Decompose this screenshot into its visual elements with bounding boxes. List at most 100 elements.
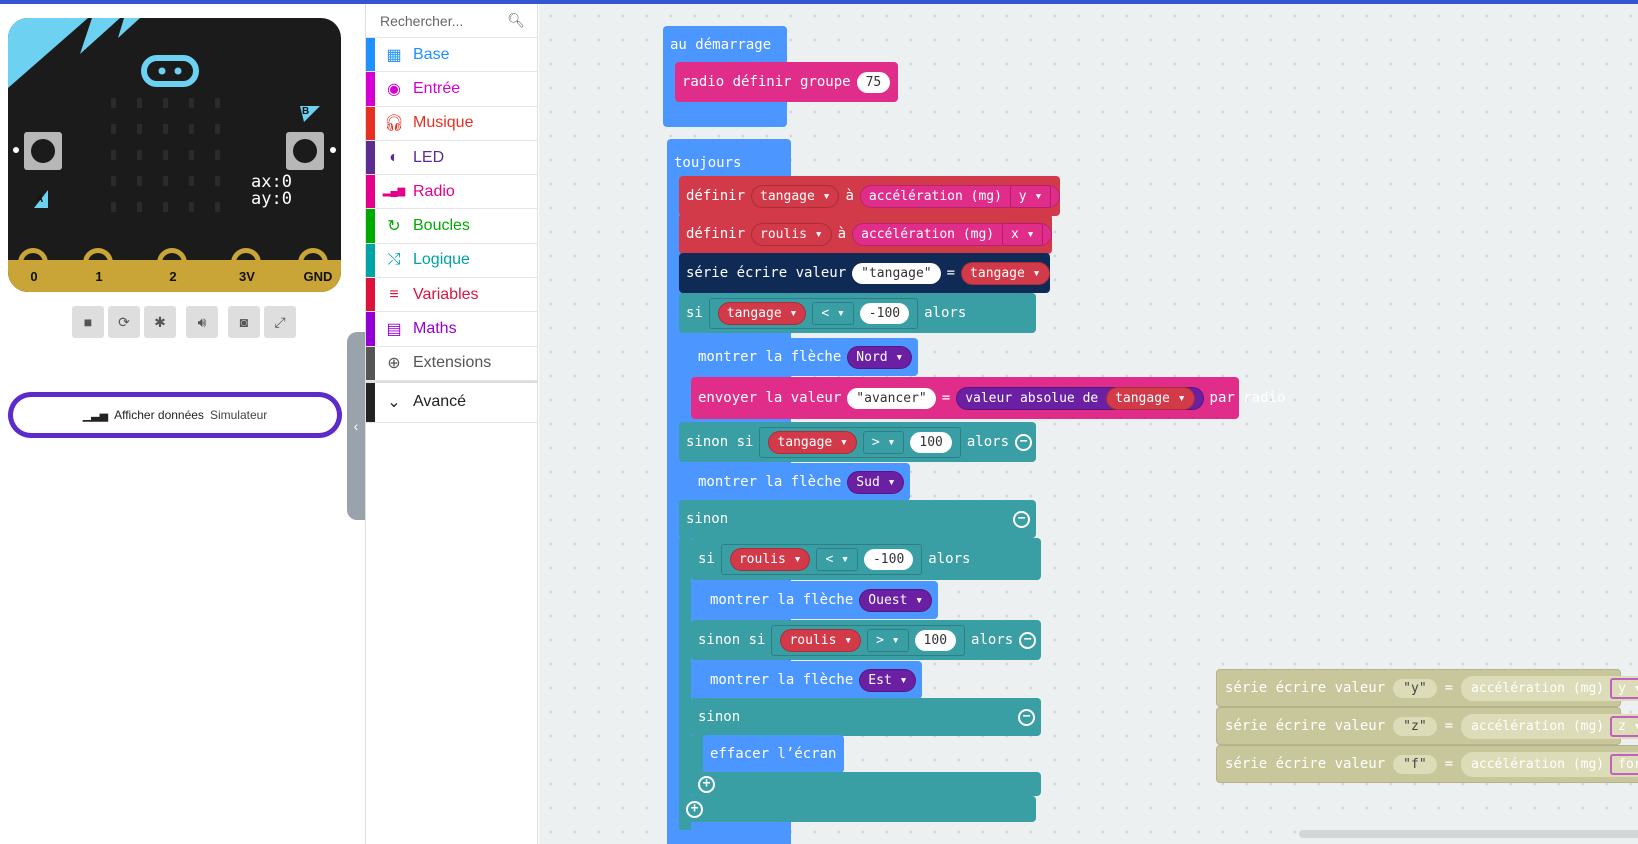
plus-circle-icon[interactable]: + [686, 800, 703, 818]
toolbox-category-9[interactable]: ⊕ Extensions [366, 346, 537, 381]
operator-dropdown[interactable]: < ▾ [812, 301, 854, 325]
led [137, 202, 142, 212]
disabled-serial-block[interactable]: série écrire valeur "f" = accélération (mg)… [1216, 745, 1638, 783]
toolbox-category-5[interactable]: ↻ Boucles [366, 209, 537, 244]
axis-dropdown[interactable]: force ▾ [1610, 753, 1638, 775]
set-roll-block[interactable]: définir roulis ▾ à accélération (mg) x ▾ [679, 214, 1053, 254]
screenshot-icon[interactable]: ◙ [228, 306, 260, 338]
number-value[interactable]: 100 [914, 629, 957, 651]
axis-dropdown[interactable]: x ▾ [1001, 222, 1044, 246]
if-block[interactable]: si tangage ▾ < ▾ -100 alors [679, 293, 1036, 333]
acceleration-block[interactable]: accélération (mg) z ▾ [1461, 713, 1638, 739]
toolbox-category-7[interactable]: ≡ Variables [366, 278, 537, 313]
compare-block[interactable]: roulis ▾ < ▾ -100 [720, 543, 923, 575]
debug-icon[interactable]: ✱ [144, 306, 176, 338]
minus-circle-icon[interactable]: − [1013, 510, 1030, 528]
serial-write-block[interactable]: série écrire valeur "tangage" = tangage … [679, 253, 1050, 293]
string-value[interactable]: "y" [1393, 678, 1437, 698]
show-arrow-block[interactable]: montrer la flèche Ouest ▾ [703, 581, 939, 619]
toolbox-search[interactable]: Rechercher... 🔍︎ [366, 4, 537, 38]
compare-block[interactable]: tangage ▾ > ▾ 100 [759, 426, 961, 458]
radio-set-group-block[interactable]: radio définir groupe 75 [675, 62, 899, 102]
set-pitch-block[interactable]: définir tangage ▾ à accélération (mg) y … [679, 176, 1061, 216]
axis-value: z [1618, 718, 1626, 734]
toolbox-category-0[interactable]: ▦ Base [366, 38, 537, 73]
number-value[interactable]: 100 [910, 431, 952, 453]
axis-dropdown[interactable]: y ▾ [1009, 184, 1052, 208]
inner-else-if-row[interactable]: sinon si roulis ▾ > ▾ 100 alors − [691, 620, 1041, 660]
category-color-bar [366, 72, 375, 106]
minus-circle-icon[interactable]: − [1015, 433, 1033, 451]
button-b[interactable] [286, 132, 324, 170]
toolbox-category-4[interactable]: ▂▄▆ Radio [366, 175, 537, 210]
toolbox-category-10[interactable]: ⌄ Avancé [366, 380, 537, 423]
category-label: Boucles [413, 217, 470, 235]
compare-block[interactable]: roulis ▾ > ▾ 100 [771, 624, 966, 656]
radio-group-value[interactable]: 75 [856, 71, 891, 93]
string-value[interactable]: "f" [1393, 754, 1437, 774]
acceleration-block[interactable]: accélération (mg) y ▾ [1461, 675, 1638, 701]
disabled-serial-block[interactable]: série écrire valeur "z" = accélération (mg)… [1216, 707, 1638, 745]
number-value[interactable]: -100 [863, 548, 914, 570]
var-dropdown[interactable]: roulis ▾ [780, 628, 862, 652]
var-dropdown[interactable]: tangage ▾ [751, 184, 840, 208]
search-icon[interactable]: 🔍︎ [507, 12, 525, 29]
horizontal-scrollbar[interactable] [1299, 830, 1638, 838]
direction-dropdown[interactable]: Nord ▾ [847, 345, 913, 369]
string-value[interactable]: "avancer" [847, 387, 936, 409]
var-dropdown[interactable]: tangage ▾ [1106, 386, 1195, 410]
restart-icon[interactable]: ⟳ [108, 306, 140, 338]
show-arrow-block[interactable]: montrer la flèche Est ▾ [703, 661, 923, 699]
minus-circle-icon[interactable]: − [1018, 708, 1035, 726]
abs-block[interactable]: valeur absolue de tangage ▾ [956, 386, 1204, 410]
direction-dropdown[interactable]: Ouest ▾ [859, 588, 933, 612]
acceleration-block[interactable]: accélération (mg) x ▾ [852, 222, 1053, 246]
show-arrow-block[interactable]: montrer la flèche Sud ▾ [691, 463, 911, 501]
disabled-serial-block[interactable]: série écrire valeur "y" = accélération (mg)… [1216, 669, 1638, 707]
operator-dropdown[interactable]: < ▾ [816, 547, 858, 571]
toolbox-category-3[interactable]: ◐ LED [366, 140, 537, 176]
volume-icon[interactable]: 🔊︎ [186, 306, 218, 338]
inner-if-block[interactable]: si roulis ▾ < ▾ -100 alors [691, 538, 1041, 580]
toolbox-category-8[interactable]: ▤ Maths [366, 312, 537, 347]
stop-icon[interactable]: ■ [72, 306, 104, 338]
button-a[interactable] [24, 132, 62, 170]
plus-circle-icon[interactable]: + [698, 775, 715, 793]
if-label: si [686, 305, 703, 321]
var-dropdown[interactable]: tangage ▾ [768, 430, 857, 454]
number-value[interactable]: -100 [859, 302, 910, 324]
axis-dropdown[interactable]: y ▾ [1610, 677, 1638, 699]
string-value[interactable]: "tangage" [852, 262, 941, 284]
show-arrow-block[interactable]: montrer la flèche Nord ▾ [691, 338, 919, 376]
direction-dropdown[interactable]: Est ▾ [859, 668, 917, 692]
operator-dropdown[interactable]: > ▾ [867, 628, 909, 652]
var-dropdown[interactable]: tangage ▾ [717, 301, 807, 325]
inner-else-row[interactable]: sinon − [691, 698, 1041, 736]
string-value[interactable]: "z" [1393, 716, 1437, 736]
operator-dropdown[interactable]: > ▾ [862, 430, 905, 454]
else-if-row[interactable]: sinon si tangage ▾ > ▾ 100 alors − [679, 422, 1036, 462]
toolbox-category-1[interactable]: ◉ Entrée [366, 72, 537, 107]
fullscreen-icon[interactable]: ⤢ [264, 306, 296, 338]
send-label: envoyer la valeur [698, 390, 842, 406]
acceleration-block[interactable]: accélération (mg) y ▾ [859, 184, 1061, 208]
var-dropdown[interactable]: roulis ▾ [729, 547, 811, 571]
clear-screen-block[interactable]: effacer l’écran [703, 735, 845, 773]
show-data-button[interactable]: ▁▃▅ Afficher données Simulateur [8, 392, 342, 438]
var-dropdown[interactable]: roulis ▾ [751, 222, 832, 246]
blocks-workspace[interactable]: au démarrage radio définir groupe 75 tou… [539, 4, 1638, 844]
search-input[interactable]: Rechercher... [380, 13, 463, 29]
collapse-simulator-button[interactable]: ‹ [347, 332, 365, 520]
direction-dropdown[interactable]: Sud ▾ [847, 470, 905, 494]
grid-icon: ▦ [386, 46, 402, 64]
axis-dropdown[interactable]: z ▾ [1610, 715, 1638, 737]
minus-circle-icon[interactable]: − [1019, 631, 1037, 649]
else-row[interactable]: sinon − [679, 500, 1036, 538]
toolbox-category-6[interactable]: ⤭ Logique [366, 243, 537, 279]
toolbox-category-2[interactable]: 🎧︎ Musique [366, 106, 537, 141]
compare-block[interactable]: tangage ▾ < ▾ -100 [708, 297, 919, 329]
var-dropdown[interactable]: tangage ▾ [961, 261, 1050, 285]
category-label: Extensions [413, 354, 492, 372]
acceleration-block[interactable]: accélération (mg) force ▾ [1461, 751, 1638, 777]
radio-send-block[interactable]: envoyer la valeur "avancer" = valeur abs… [691, 377, 1285, 419]
